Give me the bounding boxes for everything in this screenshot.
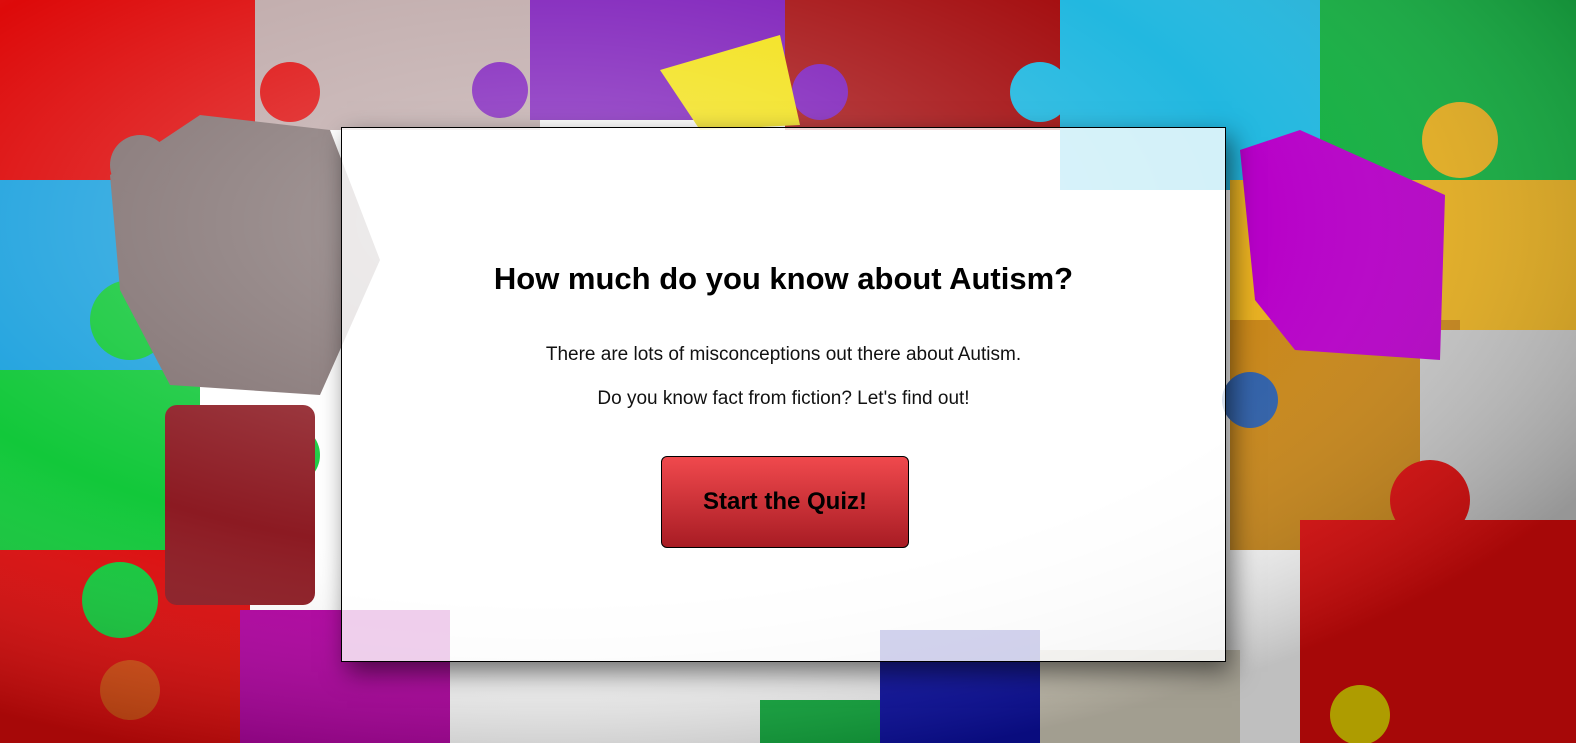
page-title: How much do you know about Autism? bbox=[493, 261, 1074, 296]
start-quiz-button[interactable]: Start the Quiz! bbox=[661, 456, 909, 548]
intro-text-fact-fiction: Do you know fact from fiction? Let's fin… bbox=[597, 388, 970, 409]
quiz-intro-card: How much do you know about Autism? There… bbox=[341, 127, 1226, 662]
intro-text-misconceptions: There are lots of misconceptions out the… bbox=[545, 344, 1022, 365]
